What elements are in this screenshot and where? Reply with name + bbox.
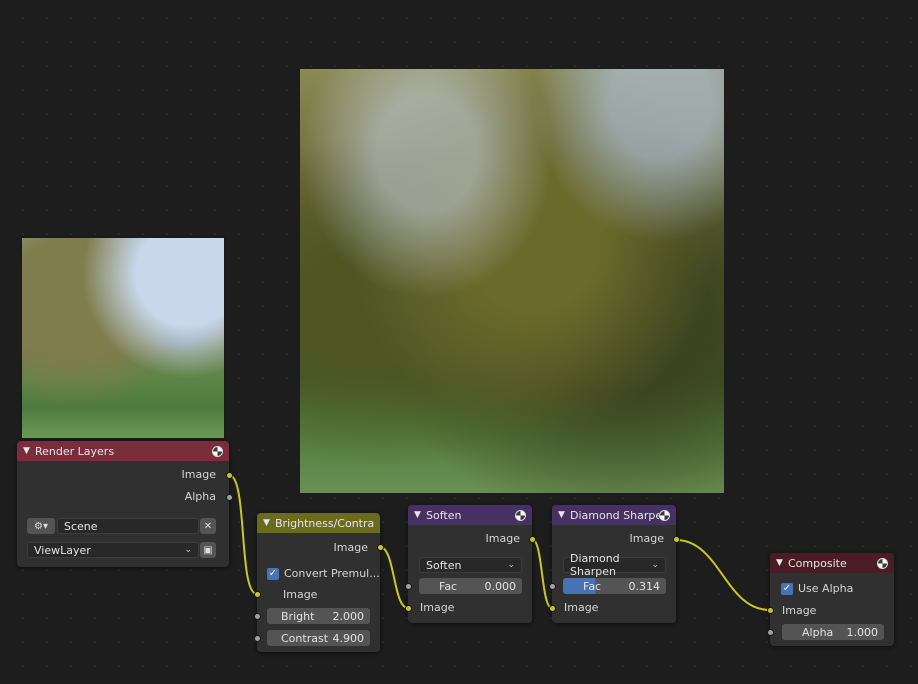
soften-output-socket[interactable]: [529, 536, 536, 543]
output-image-label: Image: [333, 541, 368, 554]
render-layers-preview: [20, 236, 226, 440]
composite-alpha-socket[interactable]: [767, 629, 774, 636]
alpha-field[interactable]: Alpha 1.000: [782, 624, 884, 640]
sphere-icon[interactable]: [212, 445, 223, 457]
output-image-label: Image: [181, 468, 216, 481]
alpha-label: Alpha: [802, 625, 834, 639]
fac-value: 0.314: [628, 579, 661, 593]
bright-field[interactable]: Bright 2.000: [267, 608, 370, 624]
fac-value: 0.000: [484, 579, 517, 593]
chevron-down-icon: ⌄: [507, 560, 515, 570]
link-brightness-to-soften: [379, 546, 409, 609]
chevron-down-icon: ⌄: [184, 545, 192, 555]
brightness-input-socket[interactable]: [254, 591, 261, 598]
brightness-contrast-node[interactable]: ▼ Brightness/Contrast Image ✓ Convert Pr…: [257, 513, 380, 652]
diamond-sharpen-node[interactable]: ▼ Diamond Sharpen Image Diamond Sharpen …: [552, 505, 676, 623]
chevron-down-icon[interactable]: ▼: [776, 558, 788, 568]
input-image-label: Image: [283, 588, 318, 601]
chevron-down-icon[interactable]: ▼: [263, 518, 275, 528]
chevron-down-icon[interactable]: ▼: [414, 510, 426, 520]
node-title: Diamond Sharpen: [570, 508, 659, 522]
sharpen-input-socket[interactable]: [549, 605, 556, 612]
soften-input-socket[interactable]: [405, 605, 412, 612]
output-alpha-label: Alpha: [184, 490, 216, 503]
input-image-label: Image: [564, 601, 599, 614]
view-layer-select[interactable]: ViewLayer ⌄: [27, 542, 199, 558]
render-layers-node[interactable]: ▼ Render Layers Image Alpha ⚙▾ Scene ✕ V…: [17, 441, 229, 567]
folder-icon[interactable]: ▣: [200, 542, 216, 558]
node-title: Composite: [788, 556, 847, 570]
fac-label: Fac: [583, 579, 602, 593]
chevron-down-icon: ⌄: [651, 560, 659, 570]
mode-value: Diamond Sharpen: [570, 552, 620, 578]
diamond-sharpen-header[interactable]: ▼ Diamond Sharpen: [552, 505, 676, 525]
mode-value: Soften: [426, 558, 462, 572]
close-icon[interactable]: ✕: [200, 518, 216, 534]
contrast-label: Contrast: [281, 631, 329, 645]
render-image-socket[interactable]: [226, 472, 233, 479]
sphere-icon[interactable]: [659, 509, 670, 521]
chevron-down-icon[interactable]: ▼: [558, 510, 570, 520]
link-soften-to-sharpen: [531, 538, 553, 609]
input-image-label: Image: [782, 604, 817, 617]
brightness-output-socket[interactable]: [377, 544, 384, 551]
bright-label: Bright: [281, 609, 315, 623]
checkmark-icon[interactable]: ✓: [267, 568, 279, 580]
render-alpha-socket[interactable]: [226, 494, 233, 501]
chevron-down-icon[interactable]: ▼: [23, 446, 35, 456]
view-layer-value: ViewLayer: [34, 543, 91, 557]
convert-premul-label: Convert Premul...: [284, 567, 380, 580]
render-layers-header[interactable]: ▼ Render Layers: [17, 441, 229, 461]
input-image-label: Image: [420, 601, 455, 614]
composite-image-socket[interactable]: [767, 607, 774, 614]
contrast-field[interactable]: Contrast 4.900: [267, 630, 370, 646]
scene-icon[interactable]: ⚙▾: [27, 518, 55, 534]
use-alpha-label: Use Alpha: [798, 582, 854, 595]
fac-field[interactable]: Fac 0.000: [419, 578, 522, 594]
checkmark-icon[interactable]: ✓: [781, 583, 793, 595]
composite-node[interactable]: ▼ Composite ✓ Use Alpha Image Alpha 1.00…: [770, 553, 894, 646]
node-title: Brightness/Contrast: [275, 516, 374, 530]
node-title: Soften: [426, 508, 462, 522]
node-title: Render Layers: [35, 444, 115, 458]
output-image-label: Image: [485, 532, 520, 545]
scene-value: Scene: [64, 519, 98, 533]
link-sharpen-to-composite: [675, 539, 771, 611]
alpha-value: 1.000: [846, 625, 879, 639]
soften-fac-socket[interactable]: [405, 583, 412, 590]
sharpen-mode-select[interactable]: Diamond Sharpen ⌄: [563, 552, 666, 578]
sharpen-fac-socket[interactable]: [549, 583, 556, 590]
fac-field[interactable]: Fac 0.314: [563, 578, 666, 594]
backdrop-image: [300, 69, 724, 493]
output-image-label: Image: [629, 532, 664, 545]
soften-node[interactable]: ▼ Soften Image Soften ⌄ Fac 0.000 Image: [408, 505, 532, 623]
fac-label: Fac: [439, 579, 458, 593]
bright-input-socket[interactable]: [254, 613, 261, 620]
sphere-icon[interactable]: [515, 509, 526, 521]
sphere-icon[interactable]: [877, 557, 888, 569]
brightness-contrast-header[interactable]: ▼ Brightness/Contrast: [257, 513, 380, 533]
contrast-value: 4.900: [332, 631, 365, 645]
contrast-input-socket[interactable]: [254, 635, 261, 642]
sharpen-output-socket[interactable]: [673, 536, 680, 543]
link-render-to-brightness: [228, 474, 258, 595]
soften-header[interactable]: ▼ Soften: [408, 505, 532, 525]
composite-header[interactable]: ▼ Composite: [770, 553, 894, 573]
soften-mode-select[interactable]: Soften ⌄: [419, 557, 522, 573]
bright-value: 2.000: [332, 609, 365, 623]
scene-field[interactable]: Scene: [57, 518, 199, 534]
